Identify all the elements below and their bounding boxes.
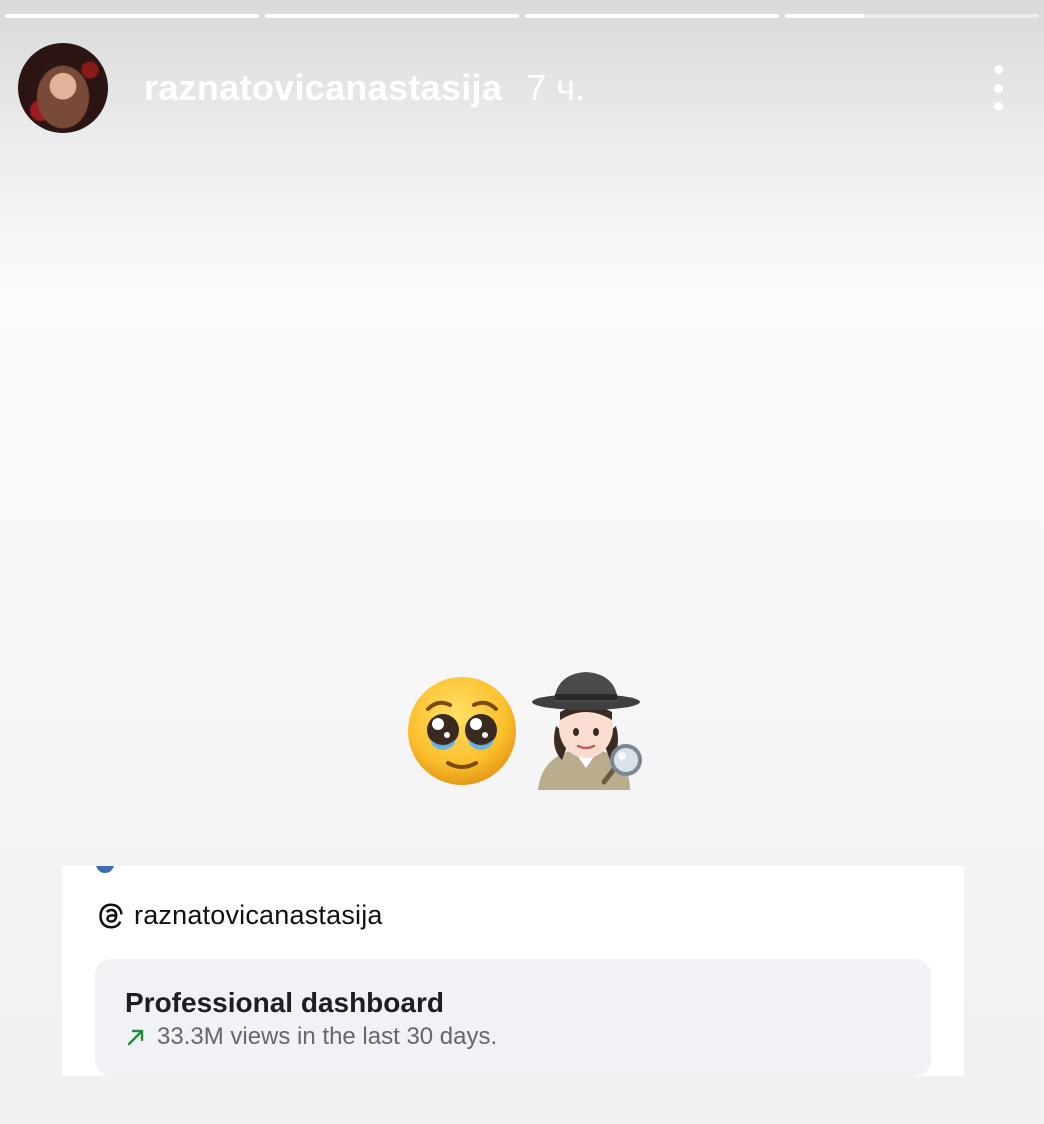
story-time: 7 ч. <box>526 67 585 108</box>
progress-segment <box>265 14 519 18</box>
professional-dashboard-button[interactable]: Professional dashboard 33.3M views in th… <box>95 959 931 1076</box>
progress-segment-fill <box>525 14 779 18</box>
dashboard-title: Professional dashboard <box>125 987 444 1018</box>
progress-segment <box>5 14 259 18</box>
story-username[interactable]: raznatovicanastasija <box>144 67 502 109</box>
dashboard-views-text: 33.3M views in the last 30 days. <box>157 1023 498 1050</box>
pleading-face-emoji[interactable] <box>406 675 518 787</box>
trending-up-arrow-icon <box>127 1029 144 1046</box>
progress-segment <box>785 14 1039 18</box>
vertical-ellipsis-dot <box>993 83 1003 93</box>
story-header: raznatovicanastasija 7 ч. <box>18 43 1028 133</box>
threads-username: raznatovicanastasija <box>134 900 383 930</box>
clipped-row <box>96 866 518 874</box>
vertical-ellipsis-icon <box>993 65 1003 74</box>
more-options-button[interactable] <box>988 65 1008 111</box>
progress-segment-fill <box>265 14 519 18</box>
story-progress-bar <box>5 14 1039 18</box>
threads-logo-icon <box>99 903 123 928</box>
profile-card: raznatovicanastasija Professional dashbo… <box>62 866 964 1076</box>
vertical-ellipsis-dot <box>993 102 1003 111</box>
progress-segment <box>525 14 779 18</box>
progress-segment-fill <box>785 14 864 18</box>
avatar[interactable] <box>18 43 108 133</box>
dashboard-stats: 33.3M views in the last 30 days. <box>125 1023 497 1051</box>
woman-detective-emoji[interactable] <box>530 668 642 790</box>
progress-segment-fill <box>5 14 259 18</box>
threads-profile-link[interactable]: raznatovicanastasija <box>96 900 383 931</box>
clipped-icon <box>96 866 114 873</box>
